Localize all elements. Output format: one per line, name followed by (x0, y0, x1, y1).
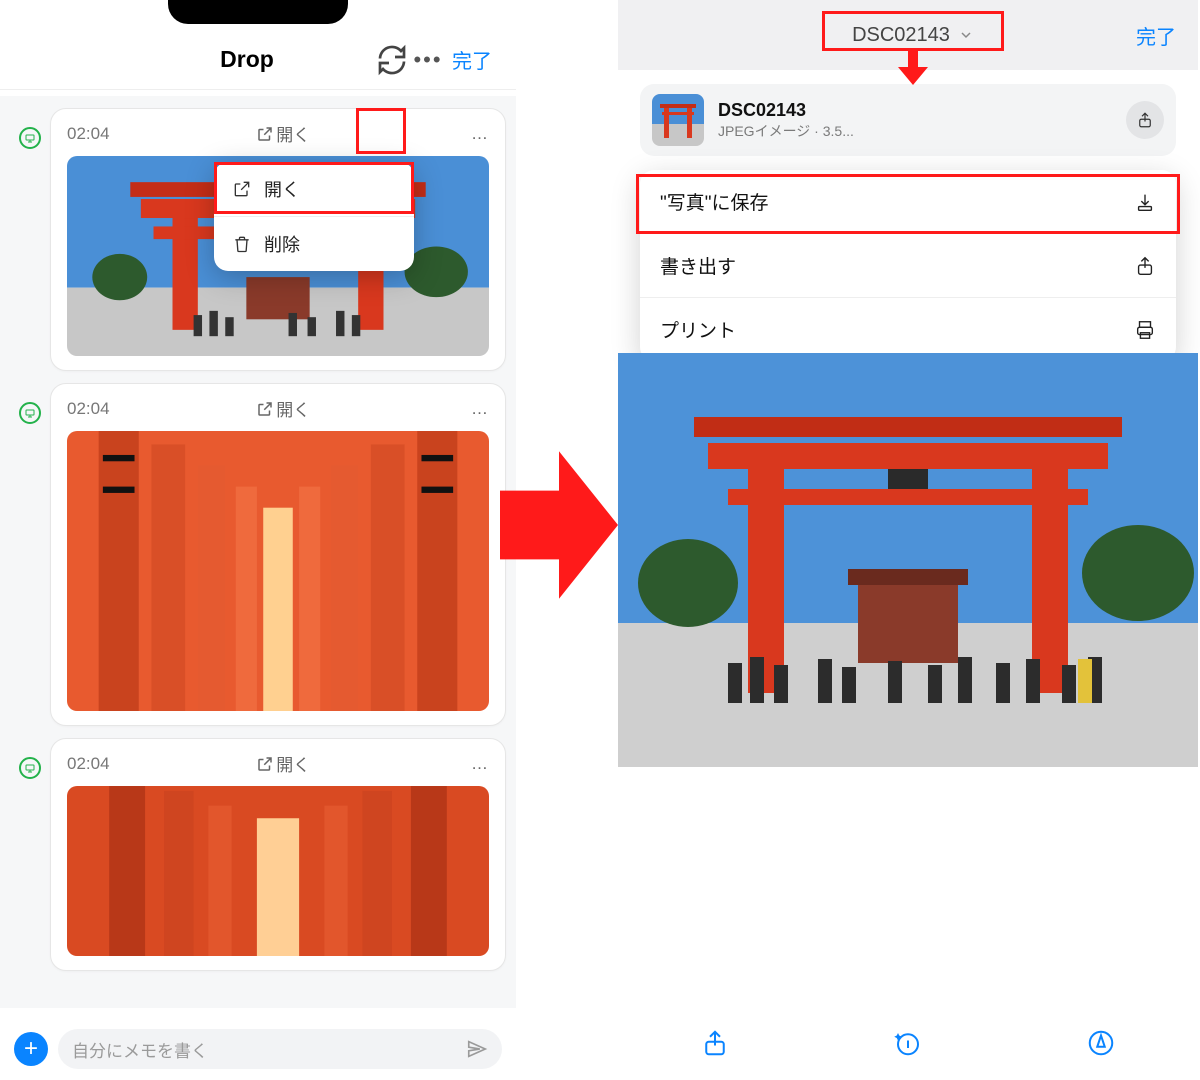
done-button[interactable]: 完了 (1136, 21, 1176, 50)
device-badge-icon (19, 127, 41, 149)
drop-title: Drop (0, 46, 374, 73)
done-button[interactable]: 完了 (452, 45, 492, 74)
preview-toolbar (618, 1010, 1198, 1080)
file-info: JPEGイメージ · 3.5... (718, 121, 1112, 141)
drop-item: 02:04 開く … (50, 738, 506, 971)
item-time: 02:04 (67, 124, 110, 144)
file-card: DSC02143 JPEGイメージ · 3.5... (640, 84, 1176, 156)
open-button[interactable]: 開く (256, 121, 310, 146)
file-thumbnail (652, 94, 704, 146)
left-phone: Drop ••• 完了 02:04 開く … (0, 0, 516, 1080)
context-delete[interactable]: 削除 (214, 216, 414, 271)
compose-bar: + 自分にメモを書く (0, 1018, 516, 1080)
item-photo[interactable] (67, 786, 489, 956)
right-phone: DSC02143 完了 DSC02143 JPEGイメージ · 3.5... (618, 0, 1198, 1080)
flow-arrow-icon (500, 440, 618, 610)
pointer-arrow-icon (898, 51, 928, 85)
device-badge-icon (19, 757, 41, 779)
share-button[interactable] (1126, 101, 1164, 139)
print-label: プリント (660, 316, 736, 343)
item-photo[interactable] (67, 431, 489, 711)
highlight-context-open (214, 162, 414, 214)
highlight-header-title (822, 11, 1004, 51)
item-more-icon[interactable]: … (457, 754, 489, 774)
export-action[interactable]: 書き出す (640, 233, 1176, 297)
send-icon[interactable] (466, 1038, 488, 1060)
sync-icon[interactable] (374, 42, 410, 78)
preview-photo[interactable] (618, 353, 1198, 767)
item-more-icon[interactable]: … (457, 124, 489, 144)
export-icon (1134, 255, 1156, 277)
info-sparkle-icon[interactable] (893, 1028, 923, 1063)
compose-input[interactable]: 自分にメモを書く (58, 1029, 502, 1069)
device-badge-icon (19, 402, 41, 424)
print-action[interactable]: プリント (640, 297, 1176, 361)
open-label: 開く (276, 121, 310, 146)
open-label: 開く (276, 751, 310, 776)
file-name: DSC02143 (718, 100, 1112, 121)
open-button[interactable]: 開く (256, 751, 310, 776)
share-icon[interactable] (700, 1028, 730, 1063)
drop-header: Drop ••• 完了 (0, 30, 516, 90)
drop-item: 02:04 開く … (50, 383, 506, 726)
item-time: 02:04 (67, 754, 110, 774)
context-delete-label: 削除 (264, 231, 300, 257)
highlight-more-button (356, 108, 406, 154)
add-button[interactable]: + (14, 1032, 48, 1066)
phone-notch (168, 0, 348, 24)
print-icon (1134, 319, 1156, 341)
more-icon[interactable]: ••• (410, 42, 446, 78)
item-time: 02:04 (67, 399, 110, 419)
open-button[interactable]: 開く (256, 396, 310, 421)
highlight-save-to-photos (636, 174, 1180, 234)
items-area: 02:04 開く … (0, 96, 516, 1008)
open-label: 開く (276, 396, 310, 421)
export-label: 書き出す (660, 252, 736, 279)
item-more-icon[interactable]: … (457, 399, 489, 419)
compose-placeholder: 自分にメモを書く (72, 1037, 208, 1062)
markup-icon[interactable] (1086, 1028, 1116, 1063)
